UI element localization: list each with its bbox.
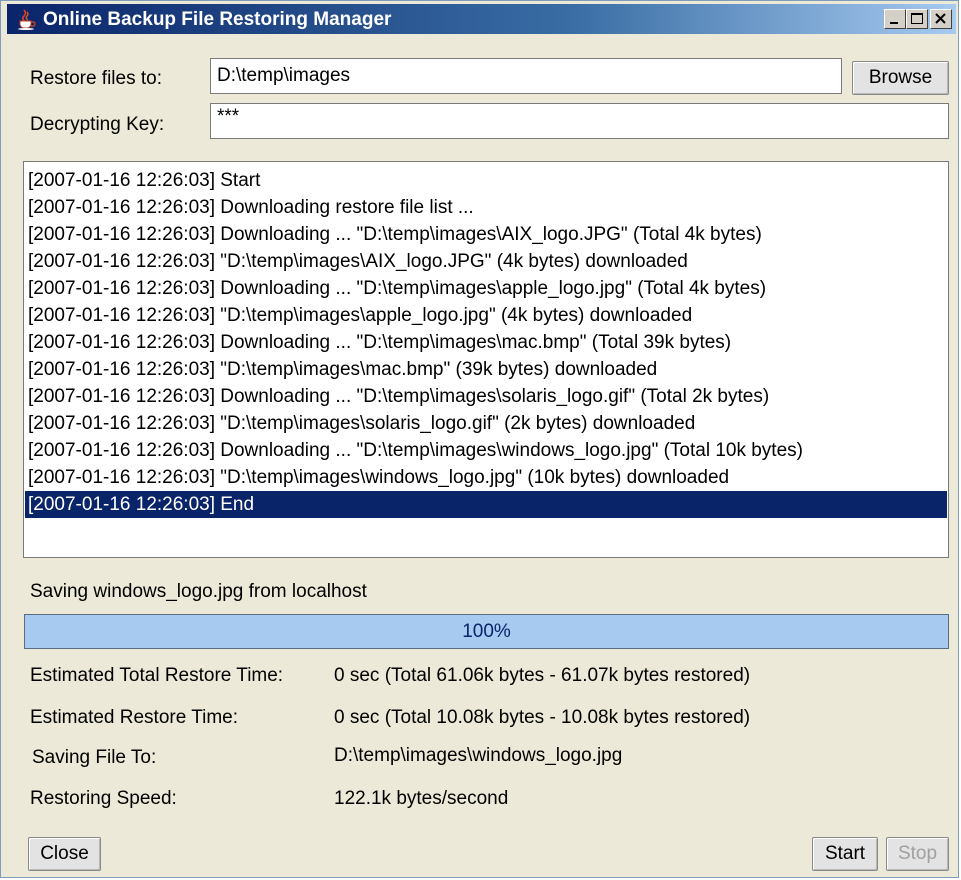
log-entry[interactable]: [2007-01-16 12:26:03] Downloading restor… — [28, 194, 474, 221]
restore-files-label: Restore files to: — [30, 68, 162, 89]
maximize-button[interactable] — [906, 9, 928, 29]
log-entry[interactable]: [2007-01-16 12:26:03] "D:\temp\images\AI… — [28, 248, 688, 275]
log-entry[interactable]: [2007-01-16 12:26:03] Downloading ... "D… — [28, 221, 762, 248]
decrypting-key-label: Decrypting Key: — [30, 114, 165, 135]
decrypting-key-input[interactable]: *** — [210, 103, 949, 139]
log-entry[interactable]: [2007-01-16 12:26:03] Downloading ... "D… — [28, 383, 769, 410]
restore-time-value: 0 sec (Total 10.08k bytes - 10.08k bytes… — [334, 707, 751, 728]
log-entry[interactable]: [2007-01-16 12:26:03] "D:\temp\images\wi… — [28, 464, 729, 491]
java-coffee-icon — [16, 8, 38, 30]
restore-manager-window: Online Backup File Restoring Manager Res… — [0, 0, 959, 878]
log-entry[interactable]: [2007-01-16 12:26:03] Downloading ... "D… — [28, 437, 803, 464]
restore-time-label: Estimated Restore Time: — [30, 707, 239, 728]
browse-button[interactable]: Browse — [852, 61, 949, 95]
stop-button[interactable]: Stop — [886, 837, 949, 871]
restore-path-input[interactable]: D:\temp\images — [210, 58, 842, 94]
saving-file-to-value: D:\temp\images\windows_logo.jpg — [334, 745, 623, 766]
log-entry[interactable]: [2007-01-16 12:26:03] Downloading ... "D… — [28, 329, 731, 356]
minimize-button[interactable] — [884, 9, 906, 29]
log-entry[interactable]: [2007-01-16 12:26:03] "D:\temp\images\ap… — [28, 302, 692, 329]
title-bar[interactable]: Online Backup File Restoring Manager — [7, 4, 956, 34]
progress-label: 100% — [462, 621, 511, 642]
status-text: Saving windows_logo.jpg from localhost — [30, 581, 367, 602]
close-icon — [935, 13, 946, 24]
restoring-speed-value: 122.1k bytes/second — [334, 788, 509, 809]
close-button[interactable]: Close — [28, 837, 101, 871]
maximize-icon — [911, 13, 923, 24]
log-entry-selected[interactable]: [2007-01-16 12:26:03] End — [25, 491, 947, 518]
minimize-icon — [890, 22, 898, 24]
restoring-speed-label: Restoring Speed: — [30, 788, 177, 809]
log-entry[interactable]: [2007-01-16 12:26:03] Downloading ... "D… — [28, 275, 766, 302]
close-window-button[interactable] — [930, 9, 952, 29]
total-restore-time-label: Estimated Total Restore Time: — [30, 665, 284, 686]
progress-bar: 100% — [24, 614, 949, 649]
saving-file-to-label: Saving File To: — [32, 747, 157, 768]
start-button[interactable]: Start — [812, 837, 878, 871]
log-entry[interactable]: [2007-01-16 12:26:03] Start — [28, 167, 260, 194]
log-entry[interactable]: [2007-01-16 12:26:03] "D:\temp\images\so… — [28, 410, 695, 437]
total-restore-time-value: 0 sec (Total 61.06k bytes - 61.07k bytes… — [334, 665, 751, 686]
log-list[interactable]: [2007-01-16 12:26:03] Start [2007-01-16 … — [23, 161, 949, 558]
window-title: Online Backup File Restoring Manager — [43, 9, 392, 30]
log-entry[interactable]: [2007-01-16 12:26:03] "D:\temp\images\ma… — [28, 356, 657, 383]
